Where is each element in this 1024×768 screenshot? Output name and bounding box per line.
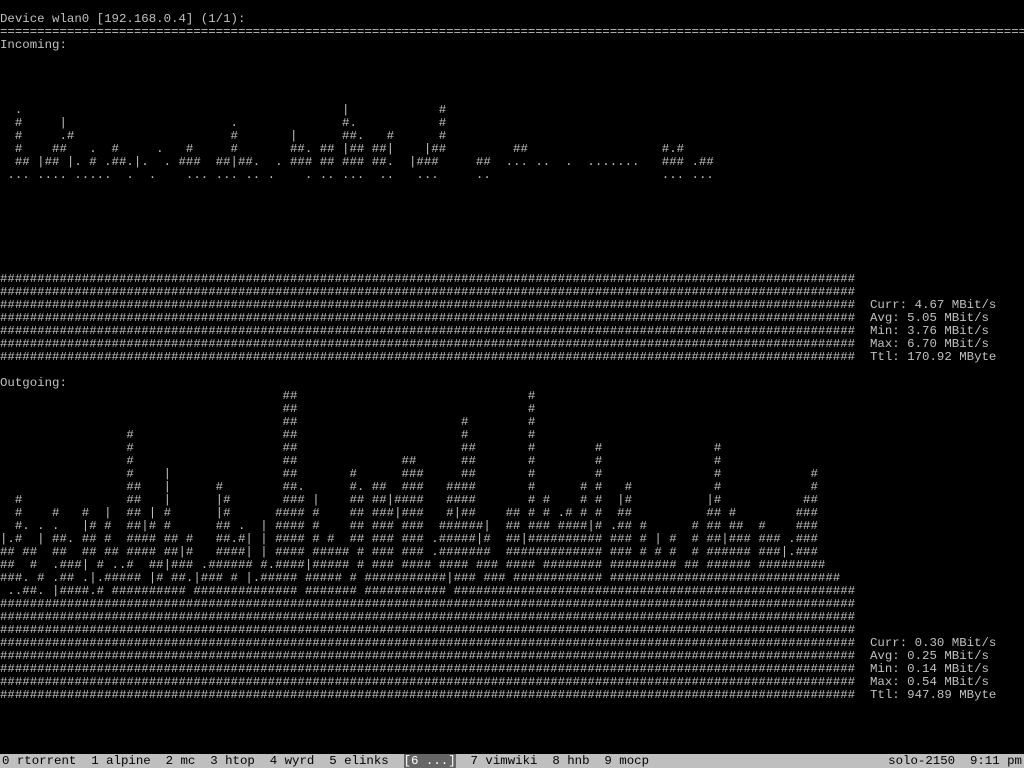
- status-host: solo-2150: [888, 755, 955, 768]
- status-tab[interactable]: 1 alpine: [91, 754, 151, 768]
- status-tab[interactable]: 9 mocp: [604, 754, 649, 768]
- status-time: 9:11 pm: [970, 755, 1022, 768]
- outgoing-label: Outgoing:: [0, 376, 67, 390]
- incoming-graph: . | # # | . #. #: [0, 52, 1024, 364]
- status-tab[interactable]: [6 ...]: [404, 754, 456, 768]
- status-bar[interactable]: 0 rtorrent 1 alpine 2 mc 3 htop 4 wyrd 5…: [0, 754, 1024, 768]
- status-tabs[interactable]: 0 rtorrent 1 alpine 2 mc 3 htop 4 wyrd 5…: [2, 755, 664, 768]
- status-tab[interactable]: 8 hnb: [552, 754, 589, 768]
- status-tab[interactable]: 0 rtorrent: [2, 754, 76, 768]
- header-rule: ========================================…: [0, 25, 1024, 39]
- status-tab[interactable]: 2 mc: [166, 754, 196, 768]
- outgoing-graph: ## # ## #: [0, 390, 1024, 702]
- terminal-screen: Device wlan0 [192.168.0.4] (1/1): ======…: [0, 0, 1024, 715]
- device-header: Device wlan0 [192.168.0.4] (1/1):: [0, 12, 245, 26]
- incoming-label: Incoming:: [0, 38, 67, 52]
- status-tab[interactable]: 3 htop: [210, 754, 255, 768]
- status-tab[interactable]: 5 elinks: [329, 754, 389, 768]
- status-tab[interactable]: 4 wyrd: [270, 754, 315, 768]
- status-tab[interactable]: 7 vimwiki: [471, 754, 538, 768]
